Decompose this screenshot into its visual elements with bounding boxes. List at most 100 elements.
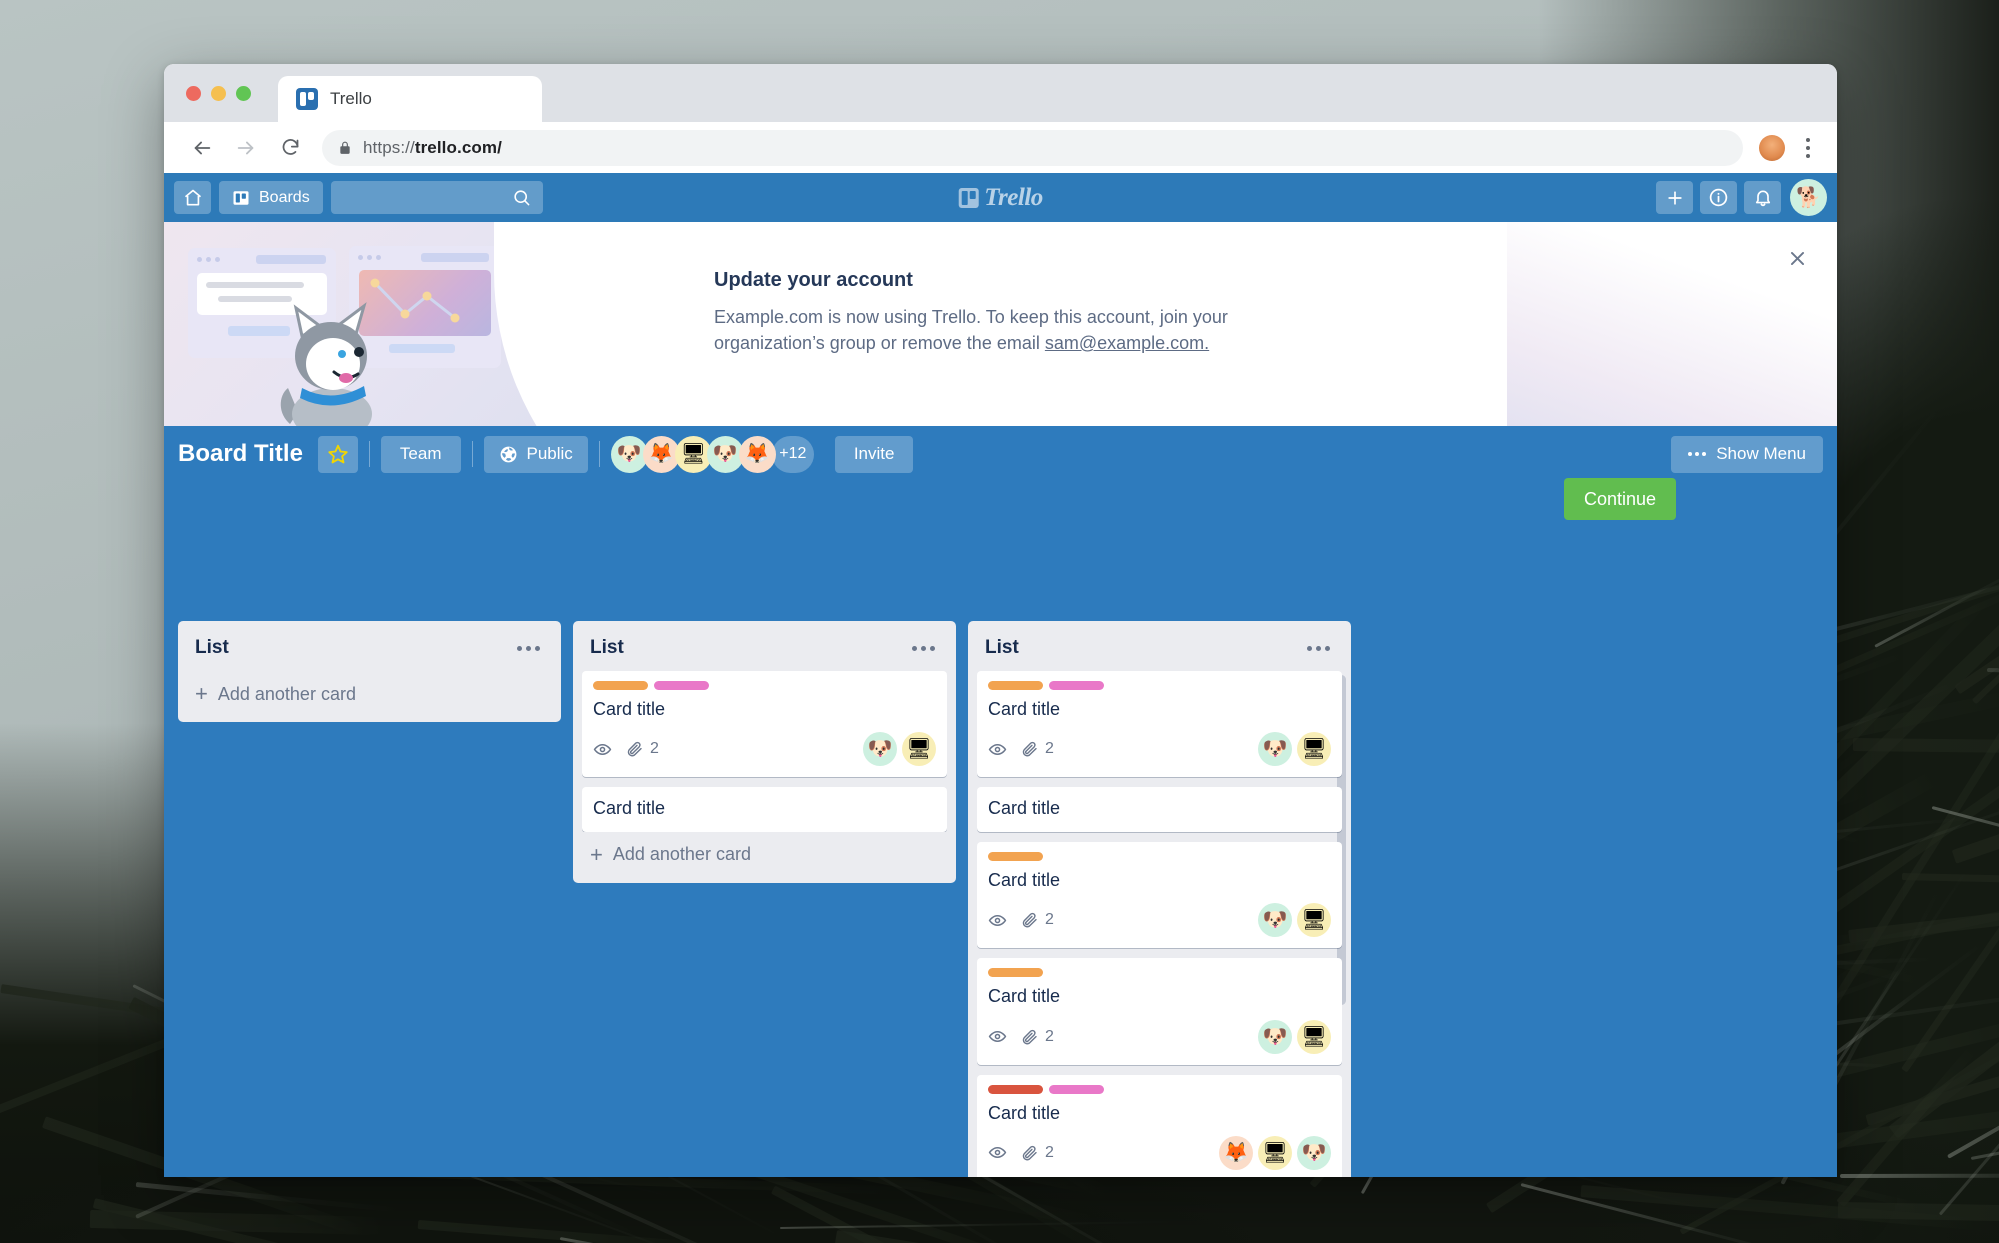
invite-button[interactable]: Invite [835, 436, 914, 473]
plus-icon[interactable] [1656, 181, 1693, 214]
list-title[interactable]: List [985, 637, 1019, 659]
window-maximize-button[interactable] [236, 86, 251, 101]
card-badges: 2 [988, 740, 1054, 759]
list-header: List [977, 631, 1342, 671]
user-avatar[interactable]: 🐕 [1790, 179, 1827, 216]
info-icon[interactable] [1700, 181, 1737, 214]
show-menu-button[interactable]: Show Menu [1671, 436, 1823, 473]
search-icon [512, 188, 531, 207]
avatar[interactable]: 🐶 [1258, 1020, 1292, 1054]
card-title: Card title [988, 698, 1331, 721]
card[interactable]: Card title 2 🦊 🖥 🐶 [977, 1075, 1342, 1177]
husky-avatar-icon: 🐶 [713, 444, 738, 464]
avatar[interactable]: 🖥 [1297, 903, 1331, 937]
address-bar[interactable]: https://trello.com/ [322, 130, 1743, 166]
card-label-red[interactable] [988, 1085, 1043, 1094]
avatar[interactable]: 🖥 [1297, 732, 1331, 766]
avatar[interactable]: 🐶 [863, 732, 897, 766]
continue-button[interactable]: Continue [1564, 478, 1676, 520]
divider [472, 441, 473, 467]
list-menu-ellipsis-icon[interactable] [1303, 642, 1334, 655]
paperclip-icon: 2 [1021, 1028, 1054, 1046]
card[interactable]: Card title 2 🐶 🖥 [977, 958, 1342, 1064]
banner-email-link[interactable]: sam@example.com. [1045, 333, 1209, 353]
forward-arrow-icon[interactable] [224, 126, 268, 170]
computer-avatar-icon: 🖥 [1301, 739, 1326, 759]
avatar[interactable]: 🐶 [1258, 903, 1292, 937]
card-label-pink[interactable] [654, 681, 709, 690]
star-icon[interactable] [318, 436, 358, 473]
avatar[interactable]: 🦊 [739, 436, 776, 473]
husky-illustration-icon [254, 292, 394, 426]
card-title: Card title [988, 797, 1331, 820]
card-label-pink[interactable] [1049, 1085, 1104, 1094]
window-minimize-button[interactable] [211, 86, 226, 101]
window-close-button[interactable] [186, 86, 201, 101]
card[interactable]: Card title [582, 787, 947, 831]
ellipsis-icon [1688, 452, 1706, 456]
list-column: List + Add another card [178, 621, 561, 722]
card-members: 🐶 🖥 [1258, 903, 1331, 937]
home-icon[interactable] [174, 181, 211, 214]
card-label-orange[interactable] [988, 968, 1043, 977]
browser-toolbar: https://trello.com/ [164, 122, 1837, 173]
banner-body: Example.com is now using Trello. To keep… [714, 304, 1234, 356]
bell-icon[interactable] [1744, 181, 1781, 214]
browser-profile-avatar[interactable] [1759, 135, 1785, 161]
banner-title: Update your account [714, 269, 1234, 292]
card-label-orange[interactable] [988, 852, 1043, 861]
board-icon [232, 189, 250, 207]
avatar[interactable]: 🐶 [1258, 732, 1292, 766]
add-another-card-button[interactable]: + Add another card [187, 671, 552, 713]
trello-logo-text: Trello [984, 184, 1043, 212]
trello-logo[interactable]: Trello [958, 184, 1043, 212]
reload-icon[interactable] [268, 126, 312, 170]
avatar[interactable]: 🖥 [1297, 1020, 1331, 1054]
trello-top-nav: Boards Trello 🐕 [164, 173, 1837, 222]
avatar[interactable]: 🐶 [1297, 1136, 1331, 1170]
list-scroll-area: Card title 2 🐶 🖥 Card title Card title 2 🐶 🖥 Card… [977, 671, 1342, 1177]
team-button[interactable]: Team [381, 436, 461, 473]
browser-tab[interactable]: Trello [278, 76, 542, 122]
card-container: Card title 2 🐶 🖥 Card title [582, 671, 947, 832]
add-another-card-button[interactable]: + Add another card [582, 832, 947, 874]
card[interactable]: Card title [977, 787, 1342, 831]
kebab-menu-icon[interactable] [1795, 138, 1821, 158]
card[interactable]: Card title 2 🐶 🖥 [977, 671, 1342, 777]
card-label-orange[interactable] [988, 681, 1043, 690]
card-footer: 2 🦊 🖥 🐶 [988, 1136, 1331, 1170]
list-column: List Card title 2 🐶 🖥 Card title + Add another … [573, 621, 956, 883]
list-title[interactable]: List [195, 637, 229, 659]
card-labels [988, 968, 1331, 977]
board-title[interactable]: Board Title [178, 440, 303, 468]
search-input[interactable] [331, 181, 543, 214]
avatar[interactable]: 🖥 [1258, 1136, 1292, 1170]
top-nav-actions: 🐕 [1656, 179, 1827, 216]
paperclip-icon: 2 [626, 740, 659, 758]
back-arrow-icon[interactable] [180, 126, 224, 170]
banner-copy: Update your account Example.com is now u… [714, 269, 1234, 356]
members-overflow-badge[interactable]: +12 [772, 436, 814, 473]
list-menu-ellipsis-icon[interactable] [513, 642, 544, 655]
card-footer: 2 🐶 🖥 [988, 903, 1331, 937]
avatar[interactable]: 🦊 [1219, 1136, 1253, 1170]
computer-avatar-icon: 🖥 [906, 739, 931, 759]
card-title: Card title [593, 797, 936, 820]
board-canvas: List + Add another card List Card title 2 🐶 🖥 Ca… [164, 607, 1837, 1177]
card-labels [988, 681, 1331, 690]
close-icon[interactable] [1783, 244, 1811, 272]
card-label-pink[interactable] [1049, 681, 1104, 690]
card-labels [988, 1085, 1331, 1094]
list-menu-ellipsis-icon[interactable] [908, 642, 939, 655]
card[interactable]: Card title 2 🐶 🖥 [582, 671, 947, 777]
visibility-button[interactable]: Public [484, 436, 588, 473]
boards-button[interactable]: Boards [219, 181, 323, 214]
card-members: 🐶 🖥 [1258, 1020, 1331, 1054]
fox-avatar-icon: 🦊 [649, 444, 674, 464]
avatar[interactable]: 🖥 [902, 732, 936, 766]
list-title[interactable]: List [590, 637, 624, 659]
card[interactable]: Card title 2 🐶 🖥 [977, 842, 1342, 948]
desktop-background: Trello https://trello.com/ Boards Trello… [0, 0, 1999, 1243]
card-label-orange[interactable] [593, 681, 648, 690]
card-title: Card title [988, 869, 1331, 892]
